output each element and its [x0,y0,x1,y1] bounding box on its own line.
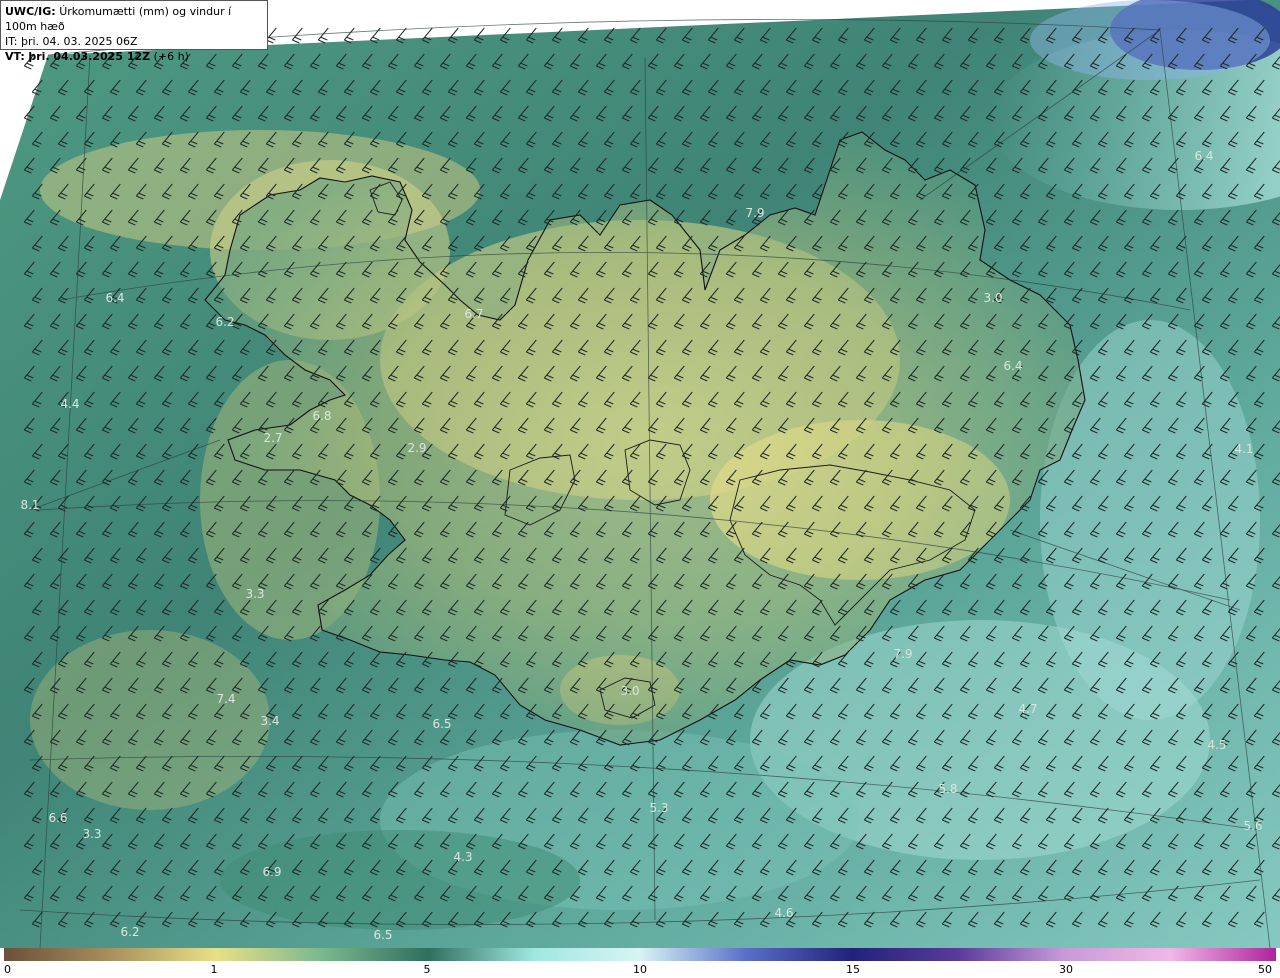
precip-value-label: 7.9 [893,647,912,661]
legend-tick-labels: 0 1 5 10 15 30 50 [0,961,1280,978]
precip-value-label: 6.5 [373,928,392,942]
legend-tick-label: 1 [210,963,218,976]
precip-value-label: 4.1 [1234,442,1253,456]
map-canvas: 6.4 6.2 6.7 4.4 6.8 2.7 2.9 7.9 3.0 6.4 6.4 4.1 8.1 3… [0,0,1280,948]
wind-barb [343,27,355,44]
precip-value-label: 6.8 [312,409,331,423]
precip-value-label: 3.3 [245,587,264,601]
forecast-map: 6.4 6.2 6.7 4.4 6.8 2.7 2.9 7.9 3.0 6.4 6.4 4.1 8.1 3… [0,0,1280,948]
precip-value-label: 4.4 [60,397,79,411]
valid-time-label: VT: [5,50,25,63]
valid-time-line: VT: þri. 04.03.2025 12Z (+6 h) [5,49,263,64]
valid-time: þri. 04.03.2025 12Z [28,50,151,63]
precip-value-label: 6.9 [262,865,281,879]
legend-tick-label: 10 [633,963,647,976]
legend-tick-label: 5 [423,963,431,976]
legend-tick-label: 15 [846,963,860,976]
precip-value-label: 2.7 [263,431,282,445]
precip-value-label: 6.7 [464,307,483,321]
precip-value-label: 3.0 [983,291,1002,305]
title-line: UWC/IG: Úrkomumætti (mm) og vindur í 100… [5,4,263,34]
wind-barb [317,27,329,44]
precip-value-label: 7.4 [216,692,235,706]
precip-value-label: 5.3 [649,801,668,815]
precip-value-label: 4.7 [1018,702,1037,716]
precip-value-label: 4.3 [453,850,472,864]
legend-tick-label: 50 [1258,963,1272,976]
model-name: UWC/IG: [5,5,56,18]
precip-value-label: 2.9 [407,441,426,455]
issue-time: IT: þri. 04. 03. 2025 06Z [5,35,138,48]
precip-value-label: 6.6 [48,811,67,825]
precip-value-label: 6.2 [215,315,234,329]
precip-value-label: 8.1 [20,498,39,512]
precip-value-label: 3.3 [82,827,101,841]
precip-value-label: 3.4 [260,714,279,728]
legend-gradient [4,948,1276,961]
legend-tick-label: 0 [4,963,11,976]
precip-value-label: 6.2 [120,925,139,939]
precip-value-label: 6.4 [105,291,124,305]
color-legend-bar [4,948,1276,961]
precip-value-label: 5.6 [1243,819,1262,833]
precip-value-label: 6.4 [1194,149,1213,163]
precip-value-label: 5.8 [938,782,957,796]
precip-value-label: 4.5 [1207,738,1226,752]
precip-value-label: 7.9 [745,206,764,220]
legend-tick-label: 30 [1059,963,1073,976]
valid-offset: (+6 h) [153,50,189,63]
precip-value-label: 6.5 [432,717,451,731]
map-title-box: UWC/IG: Úrkomumætti (mm) og vindur í 100… [0,0,268,63]
precip-value-label: 3.0 [620,684,639,698]
precip-value-label: 6.4 [1003,359,1022,373]
precip-value-label: 4.6 [774,906,793,920]
